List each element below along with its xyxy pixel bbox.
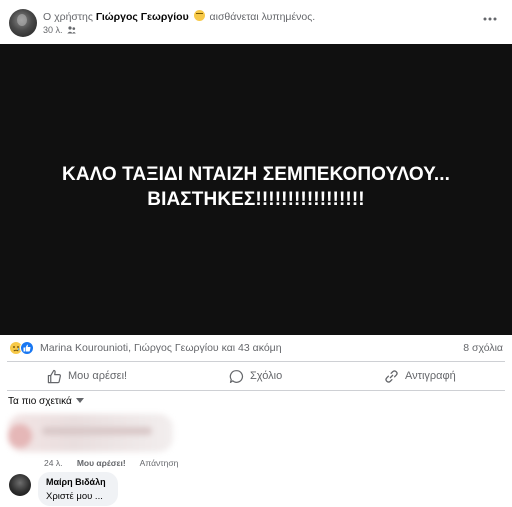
- like-button[interactable]: Μου αρέσει!: [47, 367, 127, 385]
- post-header-line: Ο χρήστης Γιώργος Γεωργίου αισθάνεται λυ…: [43, 10, 315, 23]
- reply-author-avatar[interactable]: [9, 474, 31, 496]
- post-image-text: ΚΑΛΟ ΤΑΞΙΔΙ ΝΤΑΙΖΗ ΣΕΜΠΕΚΟΠΟΥΛΟΥ... ΒΙΑΣ…: [0, 162, 512, 212]
- header-prefix: Ο χρήστης: [43, 11, 93, 23]
- comment-button[interactable]: Σχόλιο: [229, 367, 282, 385]
- reaction-icons[interactable]: [9, 341, 37, 355]
- post-meta: 30 λ.: [43, 25, 76, 35]
- comment-like-link[interactable]: Μου αρέσει!: [77, 458, 126, 468]
- like-reaction-icon: [20, 341, 34, 355]
- comment-meta: 24 λ. Μου αρέσει! Απάντηση: [44, 458, 190, 468]
- post-actions: Μου αρέσει! Σχόλιο Αντιγραφή: [0, 363, 512, 389]
- comment-bubble-icon: [229, 369, 244, 383]
- divider: [7, 390, 505, 391]
- reply-author-name[interactable]: Μαίρη Βιδάλη: [46, 477, 106, 487]
- post-time-link[interactable]: 30 λ.: [43, 25, 63, 35]
- thumbs-up-icon: [47, 369, 61, 383]
- comment-time[interactable]: 24 λ.: [44, 458, 62, 468]
- reply-text: Χριστέ μου ...: [46, 491, 103, 502]
- author-avatar[interactable]: [9, 9, 37, 37]
- reactions-summary: Marina Kourounioti, Γιώργος Γεωργίου και…: [0, 338, 512, 360]
- blurred-comment: [8, 414, 173, 452]
- like-button-label: Μου αρέσει!: [68, 370, 128, 382]
- comment-sort-dropdown[interactable]: Τα πιο σχετικά: [8, 396, 84, 407]
- link-icon: [385, 369, 398, 383]
- post-image[interactable]: ΚΑΛΟ ΤΑΞΙΔΙ ΝΤΑΙΖΗ ΣΕΜΠΕΚΟΠΟΥΛΟΥ... ΒΙΑΣ…: [0, 44, 512, 335]
- sad-face-icon: [193, 10, 205, 21]
- reaction-names-link[interactable]: Marina Kourounioti, Γιώργος Γεωργίου και…: [40, 342, 282, 354]
- comment-button-label: Σχόλιο: [250, 370, 283, 382]
- friends-icon: [67, 26, 76, 34]
- sort-label: Τα πιο σχετικά: [8, 396, 72, 407]
- more-options-icon[interactable]: [482, 11, 498, 27]
- copy-button[interactable]: Αντιγραφή: [384, 367, 456, 385]
- comment-count-link[interactable]: 8 σχόλια: [463, 342, 503, 354]
- caret-down-icon: [75, 398, 84, 403]
- feeling-text: αισθάνεται λυπημένος.: [209, 11, 316, 23]
- image-text-line-2: ΒΙΑΣΤΗΚΕΣ!!!!!!!!!!!!!!!!!: [147, 189, 365, 210]
- post-header: Ο χρήστης Γιώργος Γεωργίου αισθάνεται λυ…: [0, 0, 512, 44]
- image-text-line-1: ΚΑΛΟ ΤΑΞΙΔΙ ΝΤΑΙΖΗ ΣΕΜΠΕΚΟΠΟΥΛΟΥ...: [62, 164, 450, 185]
- divider: [7, 361, 505, 362]
- copy-button-label: Αντιγραφή: [405, 370, 456, 382]
- author-name-link[interactable]: Γιώργος Γεωργίου: [96, 11, 189, 23]
- comment-reply-link[interactable]: Απάντηση: [140, 458, 179, 468]
